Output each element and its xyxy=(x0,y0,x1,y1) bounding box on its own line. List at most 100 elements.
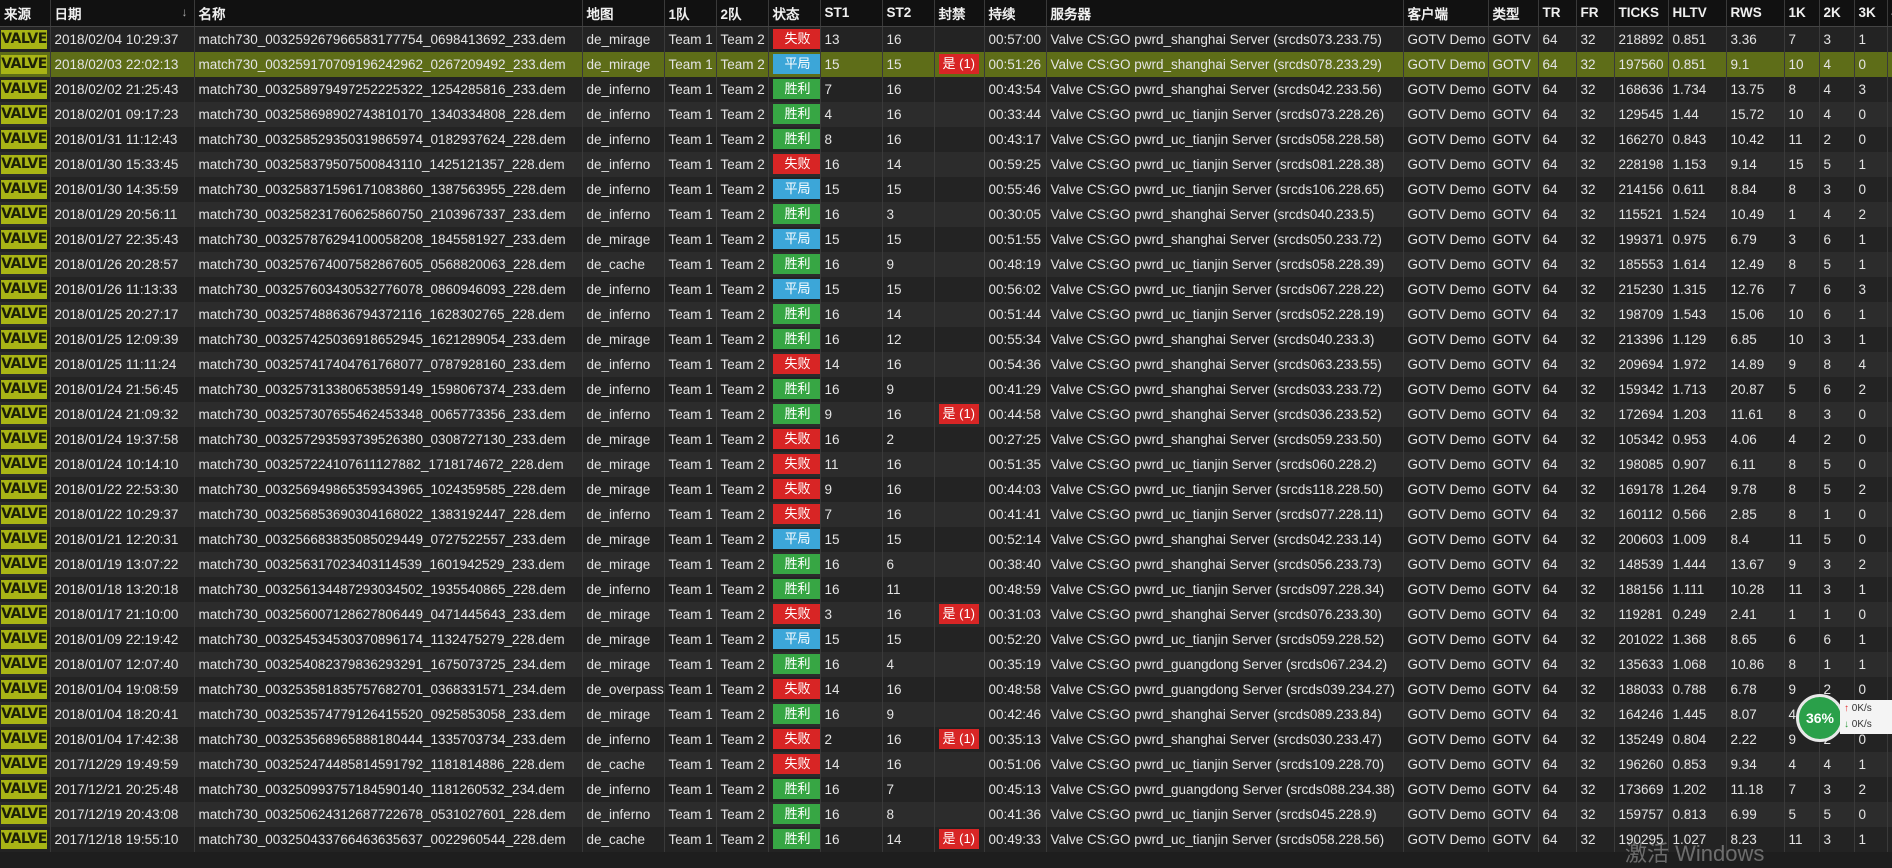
column-header-source[interactable]: 来源 xyxy=(0,0,51,27)
column-header-2k[interactable]: 2K xyxy=(1819,0,1855,27)
cell-ticks: 172694 xyxy=(1614,401,1669,427)
cell-duration: 00:49:33 xyxy=(984,826,1047,852)
cell-team2: Team 2 xyxy=(716,176,769,202)
cell-ban xyxy=(934,151,985,177)
column-header-client[interactable]: 客户端 xyxy=(1403,0,1489,27)
table-row[interactable]: VALVE 2018/01/24 21:56:45 match730_0032573… xyxy=(0,376,1892,402)
cell-date: 2018/02/02 21:25:43 xyxy=(50,76,195,102)
cell-st1: 3 xyxy=(820,601,883,627)
column-header-type[interactable]: 类型 xyxy=(1488,0,1539,27)
table-row[interactable]: VALVE 2018/02/04 10:29:37 match730_0032592… xyxy=(0,26,1892,52)
table-row[interactable]: VALVE 2017/12/18 19:55:10 match730_0032504… xyxy=(0,826,1892,852)
table-row[interactable]: VALVE 2018/01/04 19:08:59 match730_0032535… xyxy=(0,676,1892,702)
table-row[interactable]: VALVE 2018/01/26 20:28:57 match730_0032576… xyxy=(0,251,1892,277)
cell-st1: 16 xyxy=(820,551,883,577)
column-header-server[interactable]: 服务器 xyxy=(1046,0,1404,27)
table-row[interactable]: VALVE 2017/12/19 20:43:08 match730_0032506… xyxy=(0,801,1892,827)
table-row[interactable]: VALVE 2018/01/17 21:10:00 match730_0032560… xyxy=(0,601,1892,627)
table-row[interactable]: VALVE 2018/01/29 20:56:11 match730_0032582… xyxy=(0,201,1892,227)
sort-arrow-down-icon[interactable]: ↓ xyxy=(182,5,188,19)
table-row[interactable]: VALVE 2018/01/22 10:29:37 match730_0032568… xyxy=(0,501,1892,527)
column-header-st1[interactable]: ST1 xyxy=(820,0,883,27)
table-row[interactable]: VALVE 2018/01/18 13:20:18 match730_0032561… xyxy=(0,576,1892,602)
column-header-duration[interactable]: 持续 xyxy=(984,0,1047,27)
status-badge: 胜利 xyxy=(772,654,819,674)
table-row[interactable]: VALVE 2018/01/25 20:27:17 match730_0032574… xyxy=(0,301,1892,327)
table-row[interactable]: VALVE 2018/01/31 11:12:43 match730_0032585… xyxy=(0,126,1892,152)
column-header-3k[interactable]: 3K xyxy=(1854,0,1888,27)
table-row[interactable]: VALVE 2018/01/24 19:37:58 match730_0032572… xyxy=(0,426,1892,452)
column-header-rws[interactable]: RWS xyxy=(1726,0,1785,27)
cell-name: match730_003253568965888180444_133570373… xyxy=(194,726,583,752)
cell-status: 平局 xyxy=(768,51,821,77)
column-header-team1[interactable]: 1队 xyxy=(664,0,717,27)
table-row[interactable]: VALVE 2018/01/26 11:13:33 match730_0032576… xyxy=(0,276,1892,302)
table-row[interactable]: VALVE 2018/01/27 22:35:43 match730_0032578… xyxy=(0,226,1892,252)
column-header-ban[interactable]: 封禁 xyxy=(934,0,985,27)
status-badge: 胜利 xyxy=(772,329,819,349)
cell-source: VALVE xyxy=(0,51,51,77)
table-row[interactable]: VALVE 2018/01/30 14:35:59 match730_0032583… xyxy=(0,176,1892,202)
cell-1k: 4 xyxy=(1784,751,1820,777)
cell-fr: 32 xyxy=(1576,576,1615,602)
cell-ban: 是 (1) xyxy=(934,726,985,752)
column-header-date[interactable]: 日期 ↓ xyxy=(50,0,195,27)
column-header-st2[interactable]: ST2 xyxy=(882,0,935,27)
cell-3k: 1 xyxy=(1854,251,1888,277)
table-row[interactable]: VALVE 2018/01/09 22:19:42 match730_0032545… xyxy=(0,626,1892,652)
table-row[interactable]: VALVE 2018/01/22 22:53:30 match730_0032569… xyxy=(0,476,1892,502)
column-header-name[interactable]: 名称 xyxy=(194,0,583,27)
cell-duration: 00:41:29 xyxy=(984,376,1047,402)
cell-status: 胜利 xyxy=(768,651,821,677)
column-header-4k[interactable]: 4 xyxy=(1887,0,1892,27)
cell-1k: 1 xyxy=(1784,201,1820,227)
cell-ban xyxy=(934,701,985,727)
cell-client: GOTV Demo xyxy=(1403,701,1489,727)
table-row[interactable]: VALVE 2018/02/02 21:25:43 match730_0032589… xyxy=(0,76,1892,102)
column-header-map[interactable]: 地图 xyxy=(582,0,665,27)
table-row[interactable]: VALVE 2018/01/04 18:20:41 match730_0032535… xyxy=(0,701,1892,727)
cell-ticks: 105342 xyxy=(1614,426,1669,452)
cell-fr: 32 xyxy=(1576,351,1615,377)
table-row[interactable]: VALVE 2017/12/21 20:25:48 match730_0032509… xyxy=(0,776,1892,802)
table-row[interactable]: VALVE 2018/01/30 15:33:45 match730_0032583… xyxy=(0,151,1892,177)
column-header-tr[interactable]: TR xyxy=(1538,0,1577,27)
cell-4k: 0 xyxy=(1887,576,1892,602)
cell-client: GOTV Demo xyxy=(1403,551,1489,577)
cell-name: match730_003250993757184590140_118126053… xyxy=(194,776,583,802)
column-header-ticks[interactable]: TICKS xyxy=(1614,0,1669,27)
cell-3k: 1 xyxy=(1854,576,1888,602)
column-header-team2[interactable]: 2队 xyxy=(716,0,769,27)
column-header-hltv[interactable]: HLTV xyxy=(1668,0,1727,27)
table-row[interactable]: VALVE 2017/12/29 19:49:59 match730_0032524… xyxy=(0,751,1892,777)
column-header-status[interactable]: 状态 xyxy=(768,0,821,27)
cell-duration: 00:41:36 xyxy=(984,801,1047,827)
column-header-fr[interactable]: FR xyxy=(1576,0,1615,27)
table-row[interactable]: VALVE 2018/02/01 09:17:23 match730_0032586… xyxy=(0,101,1892,127)
cell-4k: 0 xyxy=(1887,251,1892,277)
cell-tr: 64 xyxy=(1538,326,1577,352)
table-row[interactable]: VALVE 2018/01/24 10:14:10 match730_0032572… xyxy=(0,451,1892,477)
table-row[interactable]: VALVE 2018/01/25 11:11:24 match730_0032574… xyxy=(0,351,1892,377)
cell-status: 胜利 xyxy=(768,251,821,277)
table-row[interactable]: VALVE 2018/02/03 22:02:13 match730_0032591… xyxy=(0,51,1892,77)
cell-server: Valve CS:GO pwrd_guangdong Server (srcds… xyxy=(1046,776,1404,802)
column-header-1k[interactable]: 1K xyxy=(1784,0,1820,27)
valve-logo-icon: VALVE xyxy=(1,604,47,624)
memory-usage-gauge[interactable]: 36% xyxy=(1796,694,1844,742)
status-badge: 失败 xyxy=(772,729,819,749)
cell-type: GOTV xyxy=(1488,376,1539,402)
table-row[interactable]: VALVE 2018/01/04 17:42:38 match730_0032535… xyxy=(0,726,1892,752)
cell-source: VALVE xyxy=(0,601,51,627)
network-speed-widget[interactable]: 36% ↑ 0K/s ↓ 0K/s xyxy=(1796,694,1892,742)
cell-date: 2018/01/09 22:19:42 xyxy=(50,626,195,652)
cell-status: 失败 xyxy=(768,351,821,377)
table-row[interactable]: VALVE 2018/01/25 12:09:39 match730_0032574… xyxy=(0,326,1892,352)
cell-duration: 00:51:06 xyxy=(984,751,1047,777)
table-row[interactable]: VALVE 2018/01/19 13:07:22 match730_0032563… xyxy=(0,551,1892,577)
table-row[interactable]: VALVE 2018/01/07 12:07:40 match730_0032540… xyxy=(0,651,1892,677)
cell-2k: 3 xyxy=(1819,401,1855,427)
table-row[interactable]: VALVE 2018/01/24 21:09:32 match730_0032573… xyxy=(0,401,1892,427)
cell-date: 2018/01/25 20:27:17 xyxy=(50,301,195,327)
table-row[interactable]: VALVE 2018/01/21 12:20:31 match730_0032566… xyxy=(0,526,1892,552)
